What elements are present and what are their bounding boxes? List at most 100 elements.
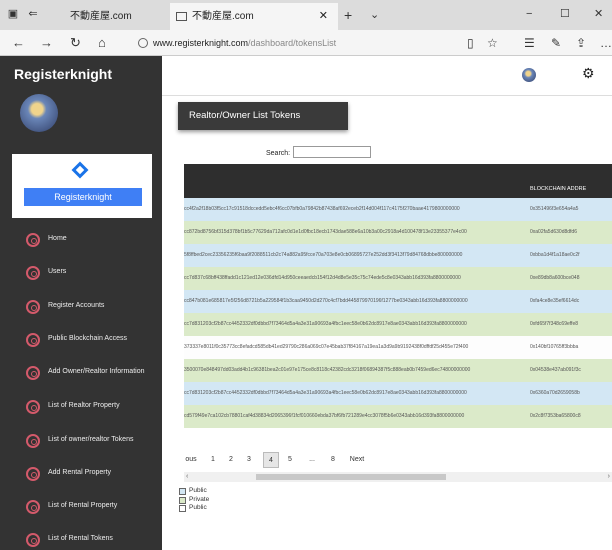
- sidebar-item-label: Home: [48, 235, 67, 242]
- tokens-table: BLOCKCHAIN ADDRE cc4f2a2f18b03f5cc17c915…: [184, 164, 612, 469]
- sidebar-item-owner-tokens[interactable]: List of owner/realtor Tokens: [0, 427, 162, 455]
- sidebar-item-label: Add Owner/Realtor Information: [48, 368, 145, 375]
- sidebar-item-label: Public Blockchain Access: [48, 335, 127, 342]
- address-cell: 0x140bf10765ff3bbba: [530, 344, 579, 350]
- new-tab-icon[interactable]: +: [344, 5, 352, 25]
- gear-icon: [26, 500, 40, 514]
- sidebar-item-label: Add Rental Property: [48, 469, 112, 476]
- address-cell: 0xe89db8a600bce048: [530, 275, 580, 281]
- legend-swatch: [179, 496, 186, 504]
- sidebar-item-rental-property[interactable]: List of Rental Property: [0, 493, 162, 521]
- pen-icon[interactable]: ✎: [551, 35, 561, 51]
- avatar[interactable]: [20, 94, 58, 132]
- maximize-icon[interactable]: ☐: [560, 6, 570, 22]
- url-field[interactable]: www.registerknight.com/dashboard/tokensL…: [153, 30, 336, 56]
- legend-label: Public: [189, 487, 207, 494]
- table-row[interactable]: 373337e8011f0c35773cc8efadcd585db41ed297…: [184, 336, 612, 359]
- settings-gear-icon[interactable]: ⚙: [582, 63, 595, 83]
- search-label: Search:: [266, 150, 291, 157]
- column-header-blockchain[interactable]: BLOCKCHAIN ADDRE: [530, 186, 586, 192]
- brand-button[interactable]: Registerknight: [24, 188, 142, 206]
- window-close-icon[interactable]: ✕: [594, 6, 603, 22]
- pager-previous[interactable]: ous: [184, 452, 198, 468]
- pager-page-5[interactable]: 5: [285, 452, 295, 468]
- gear-icon: [26, 467, 40, 481]
- gear-icon: [26, 533, 40, 547]
- sidebar-item-label: List of Rental Property: [48, 502, 118, 509]
- sidebar-item-public-blockchain[interactable]: Public Blockchain Access: [0, 326, 162, 354]
- favorite-star-icon[interactable]: ☆: [487, 35, 498, 51]
- favorites-list-icon[interactable]: ☰: [524, 35, 535, 51]
- table-header: BLOCKCHAIN ADDRE: [184, 164, 612, 198]
- table-row[interactable]: cc7d831203cf2b87cc4452332df0dbbd7f73464d…: [184, 382, 612, 405]
- share-icon[interactable]: ⇪: [576, 35, 586, 51]
- gear-icon: [26, 266, 40, 280]
- gear-icon: [26, 333, 40, 347]
- reading-view-icon[interactable]: ▯: [467, 35, 474, 51]
- forward-arrow-icon[interactable]: →: [40, 34, 53, 52]
- pager-page-8[interactable]: 8: [328, 452, 338, 468]
- top-bar: ⚙: [162, 56, 612, 96]
- sidebar-item-rental-tokens[interactable]: List of Rental Tokens: [0, 526, 162, 550]
- scroll-left-icon[interactable]: ‹: [186, 472, 188, 482]
- table-row[interactable]: cc4f2a2f18b03f5cc17c91518dccedd5ebc4f6cc…: [184, 198, 612, 221]
- pager-next[interactable]: Next: [347, 452, 367, 468]
- sidebar-item-label: List of Rental Tokens: [48, 535, 113, 542]
- back-arrow-icon[interactable]: ←: [12, 34, 25, 52]
- gear-icon: [26, 400, 40, 414]
- tab-actions-icon[interactable]: ▣: [6, 7, 20, 21]
- gear-icon: [26, 233, 40, 247]
- sidebar-item-add-rental[interactable]: Add Rental Property: [0, 460, 162, 488]
- scrollbar-thumb[interactable]: [256, 474, 446, 480]
- table-row[interactable]: cc7d837c68bff438ffadd1c121ed12e036dfd14d…: [184, 267, 612, 290]
- more-icon[interactable]: …: [600, 35, 612, 51]
- token-cell: cd579f49e7ca102cb78801caf4d38834d2065396…: [184, 413, 465, 419]
- table-row[interactable]: cc872bd8756bf315d378bf1b5c77629da712afc0…: [184, 221, 612, 244]
- legend-swatch: [179, 505, 186, 512]
- sidebar-item-users[interactable]: Users: [0, 259, 162, 287]
- table-row[interactable]: cd579f49e7ca102cb78801caf4d38834d2065396…: [184, 405, 612, 428]
- close-icon[interactable]: ✕: [319, 3, 328, 30]
- minimize-icon[interactable]: −: [526, 6, 532, 22]
- search-input[interactable]: [293, 146, 371, 158]
- gear-icon: [26, 300, 40, 314]
- scroll-right-icon[interactable]: ›: [608, 472, 610, 482]
- chevron-down-icon[interactable]: ⌄: [370, 5, 379, 25]
- tab-inactive[interactable]: 不動産屋.com: [48, 3, 170, 30]
- brand-logo[interactable]: Registerknight: [14, 66, 112, 82]
- tab-active[interactable]: 不動産屋.com ✕: [170, 3, 338, 30]
- table-row[interactable]: cc847b081e685817e5f256d8721b5a229584f1b3…: [184, 290, 612, 313]
- url-path: /dashboard/tokensList: [248, 38, 337, 48]
- address-bar: ← → ↻ ⌂ www.registerknight.com/dashboard…: [0, 30, 612, 56]
- pager-page-3[interactable]: 3: [244, 452, 254, 468]
- brand-card: Registerknight: [12, 154, 152, 218]
- sidebar-item-home[interactable]: Home: [0, 226, 162, 254]
- pager-page-1[interactable]: 1: [208, 452, 218, 468]
- horizontal-scrollbar[interactable]: ‹ ›: [184, 472, 612, 482]
- sidebar-item-add-owner[interactable]: Add Owner/Realtor Information: [0, 359, 162, 387]
- table-row[interactable]: 5f8ffbed2cec23356235f6baa9f2088511cb2c74…: [184, 244, 612, 267]
- pager-ellipsis: ...: [309, 456, 315, 463]
- tab-back-icon[interactable]: ⇐: [26, 7, 40, 21]
- address-cell: 0xfa4ce8e35ef6614dc: [530, 298, 580, 304]
- user-avatar[interactable]: [522, 68, 536, 82]
- pager-page-4[interactable]: 4: [263, 452, 279, 468]
- sidebar-item-realtor-property[interactable]: List of Realtor Property: [0, 393, 162, 421]
- legend-label: Public: [189, 504, 207, 511]
- home-icon[interactable]: ⌂: [98, 34, 106, 52]
- address-cell: 0xbba1d4f1a18ae0c2f: [530, 252, 580, 258]
- pager-page-2[interactable]: 2: [226, 452, 236, 468]
- sidebar-item-label: Users: [48, 268, 67, 275]
- refresh-icon[interactable]: ↻: [70, 34, 81, 52]
- url-host: www.registerknight.com: [153, 38, 249, 48]
- browser-tab-bar: ▣ ⇐ 不動産屋.com 不動産屋.com ✕ + ⌄ − ☐ ✕: [0, 0, 612, 30]
- tab-inactive-title: 不動産屋.com: [70, 11, 132, 22]
- table-row[interactable]: 3500070e848497dd03add4b1c96381bea2c01e97…: [184, 359, 612, 382]
- page-title: Realtor/Owner List Tokens: [178, 102, 348, 130]
- sidebar-item-register-accounts[interactable]: Register Accounts: [0, 293, 162, 321]
- info-icon[interactable]: [138, 38, 148, 48]
- table-row[interactable]: cc7d831203cf2b87cc4452332df0dbbd7f73464d…: [184, 313, 612, 336]
- legend-label: Private: [189, 495, 210, 503]
- token-cell: 3500070e848497dd03add4b1c96381bea2c01e97…: [184, 367, 471, 373]
- address-cell: 0xa02fa5d630d8dfd6: [530, 229, 577, 235]
